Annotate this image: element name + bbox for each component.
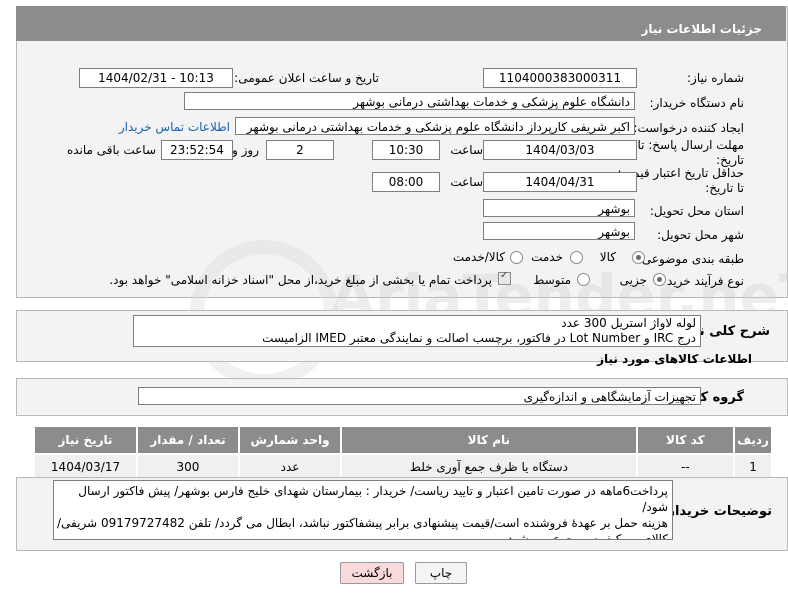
items-table-header: ردیف کد کالا نام کالا واحد شمارش تعداد /… (32, 425, 773, 455)
remaining-time-field: 23:52:54 (161, 140, 233, 160)
city-label: شهر محل تحویل: (657, 228, 744, 242)
print-button[interactable]: چاپ (415, 562, 467, 584)
category-service-radio[interactable] (570, 251, 583, 264)
process-minor-label: جزیی (619, 273, 647, 287)
category-label: طبقه بندی موضوعی: (637, 252, 744, 266)
col-code: کد کالا (635, 425, 736, 455)
treasury-payment-checkbox[interactable] (498, 270, 511, 285)
requester-label: ایجاد کننده درخواست: (633, 121, 744, 135)
category-service-label: خدمت (531, 250, 563, 264)
treasury-payment-note: پرداخت تمام یا بخشی از مبلغ خرید،از محل … (109, 273, 492, 287)
price-date-field: 1404/04/31 (483, 172, 637, 192)
process-minor-radio[interactable] (653, 273, 666, 286)
buyer-notes-line-2: هزینه حمل بر عهدهٔ فروشنده است/قیمت پیشن… (56, 516, 668, 530)
price-time-label: ساعت (450, 175, 483, 189)
col-date: تاریخ نیاز (32, 425, 139, 455)
reply-date-field: 1404/03/03 (483, 140, 637, 160)
category-goods-label: کالا (599, 250, 616, 264)
buyer-org-label: نام دستگاه خریدار: (649, 96, 745, 110)
days-label: روز و (232, 143, 259, 157)
city-field: بوشهر (483, 222, 635, 240)
province-field: بوشهر (483, 199, 635, 217)
goods-group-field: تجهیزات آزمایشگاهی و اندازه‌گیری (138, 387, 701, 405)
buyer-notes-line-1: پرداخت6ماهه در صورت تامین اعتبار و تایید… (78, 484, 668, 514)
process-label: نوع فرآیند خرید : (659, 274, 744, 288)
category-goods-service-radio[interactable] (510, 251, 523, 264)
category-goods-service-label: کالا/خدمت (452, 250, 505, 264)
buyer-notes-field: پرداخت6ماهه در صورت تامین اعتبار و تایید… (53, 480, 673, 540)
buyer-notes-line-3: کالای بی کیفیت مرجوع می شود. (503, 532, 669, 540)
col-row: ردیف (733, 425, 773, 455)
col-name: نام کالا (340, 425, 638, 455)
announce-date-label: تاریخ و ساعت اعلان عمومی: (234, 71, 379, 85)
province-label: استان محل تحویل: (649, 204, 744, 218)
back-button[interactable]: بازگشت (340, 562, 404, 584)
reply-time-field: 10:30 (372, 140, 440, 160)
price-time-field: 08:00 (372, 172, 440, 192)
col-unit: واحد شمارش (237, 425, 343, 455)
process-medium-label: متوسط (533, 273, 571, 287)
days-count-field: 2 (266, 140, 334, 160)
page-title: جزئیات اطلاعات نیاز (641, 22, 762, 36)
reply-deadline-label: مهلت ارسال پاسخ: تا تاریخ: (637, 138, 744, 167)
general-desc-line-2: درج IRC و Lot Number در فاکتور، برچسب اص… (262, 331, 696, 345)
general-desc-field: لوله لاواژ استریل 300 عدد درج IRC و Lot … (133, 315, 701, 347)
need-number-field: 1104000383000311 (483, 68, 637, 88)
category-goods-radio[interactable] (632, 251, 645, 264)
process-medium-radio[interactable] (577, 273, 590, 286)
remaining-label: ساعت باقی مانده (66, 143, 156, 157)
buyer-notes-label: توضیحات خریدار: (662, 504, 772, 519)
buyer-org-field: دانشگاه علوم پزشکی و خدمات بهداشتی درمان… (184, 92, 635, 110)
items-table: ردیف کد کالا نام کالا واحد شمارش تعداد /… (32, 425, 773, 481)
announce-date-field: 1404/02/31 - 10:13 (79, 68, 233, 88)
reply-time-label: ساعت (450, 143, 483, 157)
contact-buyer-link[interactable]: اطلاعات تماس خریدار (119, 120, 230, 134)
goods-info-title: اطلاعات کالاهای مورد نیاز (597, 352, 752, 366)
need-number-label: شماره نیاز: (687, 71, 744, 85)
general-desc-line-1: لوله لاواژ استریل 300 عدد (561, 316, 696, 330)
requester-field: اکبر شریفی کارپرداز دانشگاه علوم پزشکی و… (235, 117, 635, 135)
col-qty: تعداد / مقدار (136, 425, 240, 455)
panel-header: جزئیات اطلاعات نیاز (16, 6, 786, 41)
